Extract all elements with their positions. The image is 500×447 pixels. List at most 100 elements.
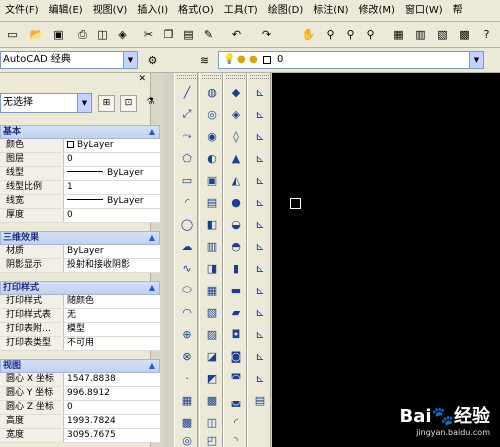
make-block-icon[interactable]: ⊗ bbox=[178, 347, 196, 365]
layer-manager-icon[interactable]: ≋ bbox=[196, 52, 213, 69]
ucs-face-icon[interactable]: ⊾ bbox=[251, 149, 269, 167]
property-row-plot-style-table[interactable]: 打印样式表 无 bbox=[0, 309, 160, 323]
region-icon[interactable]: ◎ bbox=[178, 431, 196, 447]
zoom-window-icon[interactable]: ⚲ bbox=[342, 26, 359, 43]
ucs-y-rotate-icon[interactable]: ⊾ bbox=[251, 303, 269, 321]
flatshot-icon[interactable]: ◓ bbox=[227, 237, 245, 255]
plot-preview-icon[interactable]: ◫ bbox=[94, 26, 111, 43]
revolve-icon[interactable]: ◩ bbox=[203, 369, 221, 387]
ucs-icon[interactable]: ⊾ bbox=[251, 83, 269, 101]
circle-icon[interactable]: ◯ bbox=[178, 215, 196, 233]
imprint-icon[interactable]: ◚ bbox=[227, 369, 245, 387]
menu-edit[interactable]: 编辑(E) bbox=[44, 0, 88, 21]
revision-cloud-icon[interactable]: ☁ bbox=[178, 237, 196, 255]
ucs-named-icon[interactable]: ⊾ bbox=[251, 369, 269, 387]
section-plot-style[interactable]: 打印样式 ▲ bbox=[0, 281, 160, 295]
property-row-shadow-display[interactable]: 阴影显示 投射和接收阴影 bbox=[0, 259, 160, 273]
cylinder-solid-icon[interactable]: ▮ bbox=[227, 259, 245, 277]
property-row-linetype[interactable]: 线型 ByLayer bbox=[0, 167, 160, 181]
collapse-icon[interactable]: ▲ bbox=[149, 360, 155, 372]
align-icon[interactable]: ◊ bbox=[227, 127, 245, 145]
loft-icon[interactable]: ▩ bbox=[203, 391, 221, 409]
menu-format[interactable]: 格式(O) bbox=[173, 0, 219, 21]
properties-icon[interactable]: ▦ bbox=[390, 26, 407, 43]
menu-modify[interactable]: 修改(M) bbox=[354, 0, 400, 21]
rectangle-icon[interactable]: ▭ bbox=[178, 171, 196, 189]
convert-to-solid-icon[interactable]: ▰ bbox=[227, 303, 245, 321]
calculator-icon[interactable]: ▩ bbox=[456, 26, 473, 43]
design-center-icon[interactable]: ▥ bbox=[412, 26, 429, 43]
toolbar-grip[interactable] bbox=[202, 75, 221, 79]
polyline-icon[interactable]: ⤳ bbox=[178, 127, 196, 145]
toggle-pickadd-icon[interactable]: ⊞ bbox=[98, 95, 115, 112]
ucs-previous-icon[interactable]: ⊾ bbox=[251, 127, 269, 145]
collapse-icon[interactable]: ▲ bbox=[149, 126, 155, 138]
slice-icon[interactable]: ◭ bbox=[227, 171, 245, 189]
pyramid-icon[interactable]: ▥ bbox=[203, 237, 221, 255]
collapse-icon[interactable]: ▲ bbox=[149, 282, 155, 294]
ucs-manager-icon[interactable]: ▤ bbox=[251, 391, 269, 409]
polysolid-icon[interactable]: ◍ bbox=[203, 83, 221, 101]
redo-icon[interactable]: ↷ bbox=[258, 26, 275, 43]
workspace-settings-icon[interactable]: ⚙ bbox=[144, 52, 161, 69]
property-row-plot-table-attached[interactable]: 打印表附… 模型 bbox=[0, 323, 160, 337]
property-row-center-x[interactable]: 圆心 X 坐标 1547.8838 bbox=[0, 373, 160, 387]
ucs-z-rotate-icon[interactable]: ⊾ bbox=[251, 325, 269, 343]
ucs-view-icon[interactable]: ⊾ bbox=[251, 193, 269, 211]
section-view[interactable]: 视图 ▲ bbox=[0, 359, 160, 373]
menu-draw[interactable]: 绘图(D) bbox=[263, 0, 309, 21]
shell-icon[interactable]: ◜ bbox=[227, 413, 245, 431]
quick-select-icon[interactable]: ⚗ bbox=[142, 95, 159, 112]
ucs-origin-icon[interactable]: ⊾ bbox=[251, 215, 269, 233]
menu-view[interactable]: 视图(V) bbox=[88, 0, 133, 21]
section-general[interactable]: 基本 ▲ bbox=[0, 125, 160, 139]
convert-to-surface-icon[interactable]: ◘ bbox=[227, 325, 245, 343]
cylinder-icon[interactable]: ▤ bbox=[203, 193, 221, 211]
menu-insert[interactable]: 插入(I) bbox=[132, 0, 173, 21]
property-row-linetype-scale[interactable]: 线型比例 1 bbox=[0, 181, 160, 195]
cone-icon[interactable]: ◐ bbox=[203, 149, 221, 167]
toolbar-grip[interactable] bbox=[226, 75, 245, 79]
toolbar-grip[interactable] bbox=[177, 75, 196, 79]
menu-file[interactable]: 文件(F) bbox=[0, 0, 44, 21]
property-row-material[interactable]: 材质 ByLayer bbox=[0, 245, 160, 259]
separate-icon[interactable]: ◛ bbox=[227, 391, 245, 409]
property-row-center-z[interactable]: 圆心 Z 坐标 0 bbox=[0, 401, 160, 415]
planar-surface-icon[interactable]: ▦ bbox=[203, 281, 221, 299]
spline-icon[interactable]: ∿ bbox=[178, 259, 196, 277]
property-row-plot-table-type[interactable]: 打印表类型 不可用 bbox=[0, 337, 160, 351]
menu-tools[interactable]: 工具(T) bbox=[219, 0, 263, 21]
tool-palettes-icon[interactable]: ▧ bbox=[434, 26, 451, 43]
workspace-dropdown[interactable]: AutoCAD 经典 ▼ bbox=[0, 51, 138, 69]
interference-icon[interactable]: ● bbox=[227, 193, 245, 211]
property-row-lineweight[interactable]: 线宽 ByLayer bbox=[0, 195, 160, 209]
property-row-center-y[interactable]: 圆心 Y 坐标 996.8912 bbox=[0, 387, 160, 401]
point-icon[interactable]: · bbox=[178, 369, 196, 387]
wedge-icon[interactable]: ◉ bbox=[203, 127, 221, 145]
ucs-x-rotate-icon[interactable]: ⊾ bbox=[251, 281, 269, 299]
match-properties-icon[interactable]: ✎ bbox=[200, 26, 217, 43]
select-objects-icon[interactable]: ⊡ bbox=[120, 95, 137, 112]
presspull-icon[interactable]: ▨ bbox=[203, 325, 221, 343]
hatch-icon[interactable]: ▦ bbox=[178, 391, 196, 409]
plot-icon[interactable]: ⎙ bbox=[74, 26, 91, 43]
new-icon[interactable]: ▭ bbox=[4, 26, 21, 43]
ellipse-icon[interactable]: ⬭ bbox=[178, 281, 196, 299]
helix-icon[interactable]: ◨ bbox=[203, 259, 221, 277]
toolbar-grip[interactable] bbox=[250, 75, 269, 79]
layer-dropdown[interactable]: 💡 ● ● 0 ▼ bbox=[218, 51, 484, 69]
gradient-icon[interactable]: ▩ bbox=[178, 413, 196, 431]
property-row-plot-style[interactable]: 打印样式 随颜色 bbox=[0, 295, 160, 309]
union-icon[interactable]: ◫ bbox=[203, 413, 221, 431]
torus-icon[interactable]: ◧ bbox=[203, 215, 221, 233]
save-icon[interactable]: ▣ bbox=[50, 26, 67, 43]
chevron-down-icon[interactable]: ▼ bbox=[469, 52, 483, 68]
zoom-realtime-icon[interactable]: ⚲ bbox=[322, 26, 339, 43]
ucs-apply-icon[interactable]: ⊾ bbox=[251, 347, 269, 365]
menu-dimension[interactable]: 标注(N) bbox=[308, 0, 353, 21]
subtract-icon[interactable]: ◰ bbox=[203, 431, 221, 447]
open-icon[interactable]: 📂 bbox=[28, 26, 45, 43]
undo-icon[interactable]: ↶ bbox=[228, 26, 245, 43]
arc-icon[interactable]: ◜ bbox=[178, 193, 196, 211]
3d-move-icon[interactable]: ◆ bbox=[227, 83, 245, 101]
